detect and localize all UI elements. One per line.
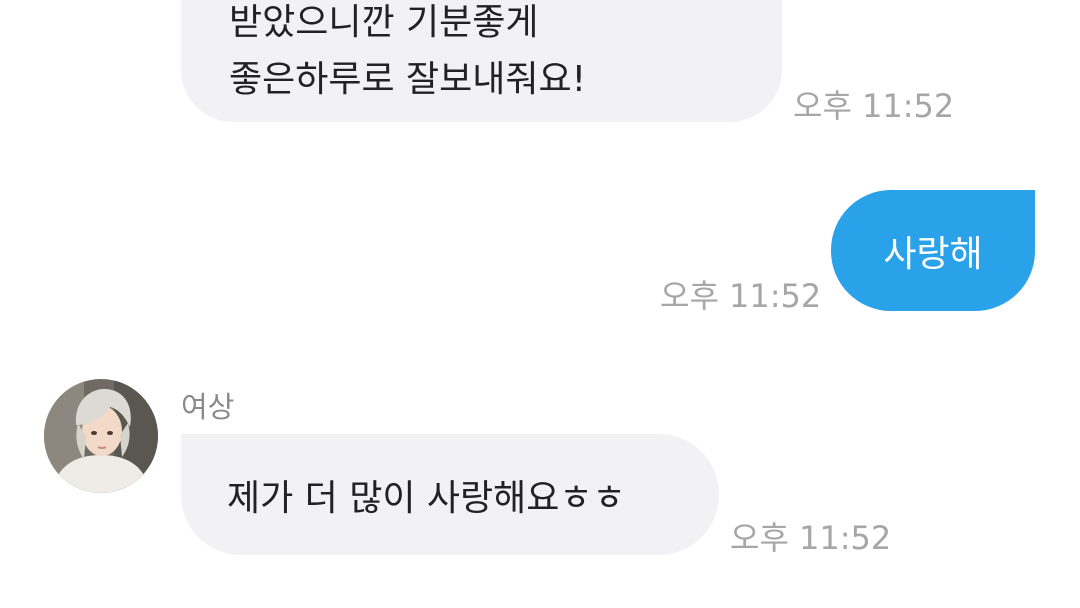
message-text: 사랑해 <box>883 233 983 275</box>
profile-photo-icon <box>44 379 158 493</box>
message-timestamp: 오후 11:52 <box>730 519 892 557</box>
message-text: 제가 더 많이 사랑해요ㅎㅎ <box>227 477 626 519</box>
message-text-line: 좋은하루로 잘보내줘요! <box>229 59 587 100</box>
incoming-message-bubble[interactable]: 받았으니깐 기분좋게 좋은하루로 잘보내줘요! <box>181 0 782 122</box>
sender-name: 여상 <box>181 390 235 424</box>
chat-view: 받았으니깐 기분좋게 좋은하루로 잘보내줘요! 오후 11:52 오후 11:5… <box>0 0 1080 608</box>
message-text-line: 받았으니깐 기분좋게 <box>229 2 539 43</box>
message-timestamp: 오후 11:52 <box>660 277 822 315</box>
message-timestamp: 오후 11:52 <box>793 87 955 125</box>
profile-avatar[interactable] <box>44 379 158 493</box>
outgoing-message-bubble[interactable]: 사랑해 <box>831 190 1035 311</box>
incoming-message-bubble[interactable]: 제가 더 많이 사랑해요ㅎㅎ <box>181 434 719 555</box>
